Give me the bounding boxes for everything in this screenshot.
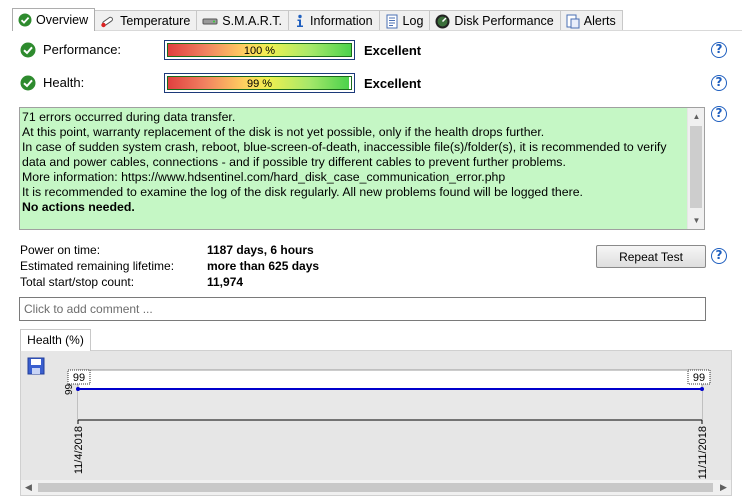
health-bar-text: 99 % [246,78,273,90]
tab-divider [12,30,742,31]
message-scrollbar[interactable]: ▲ ▼ [687,108,704,229]
tab-smart[interactable]: S.M.A.R.T. [196,10,290,31]
scroll-thumb[interactable] [690,126,702,208]
tab-label: Information [310,14,373,28]
tab-temperature[interactable]: Temperature [94,10,198,31]
start-stop-label: Total start/stop count: [20,275,135,289]
log-icon [385,14,399,29]
start-stop-value: 11,974 [207,275,244,289]
tab-bar: Overview Temperature S.M.A.R.T. Informat… [12,8,623,31]
y-tick-label: 99 [64,383,75,395]
message-text: 71 errors occurred during data transfer.… [22,110,686,215]
thermometer-icon [100,14,116,28]
scroll-up-arrow-icon[interactable]: ▲ [688,108,704,125]
performance-status: Excellent [364,43,422,58]
tab-label: Log [402,14,424,28]
tab-alerts[interactable]: Alerts [559,10,623,31]
message-body: 71 errors occurred during data transfer.… [22,110,667,199]
check-circle-icon [18,13,32,27]
tab-health-graph[interactable]: Health (%) [20,329,91,351]
power-on-label: Power on time: [20,243,101,257]
tab-log[interactable]: Log [378,10,431,31]
tab-label: Alerts [583,14,616,28]
drive-icon [202,15,218,27]
message-conclusion: No actions needed. [22,200,135,214]
message-box[interactable]: 71 errors occurred during data transfer.… [19,107,705,230]
tab-overview[interactable]: Overview [12,8,96,31]
health-chart: 99 999911/4/2018 11/11/2018 [64,369,711,479]
x-tick-label: 11/11/2018 [697,426,709,479]
info-icon [294,14,306,28]
check-circle-icon [20,75,36,91]
tab-label: Temperature [120,14,191,28]
repeat-test-button[interactable]: Repeat Test [596,245,706,268]
x-tick-label: 11/4/2018 [73,426,85,474]
tab-label: Disk Performance [454,14,554,28]
graph-scroll-thumb[interactable] [38,483,713,492]
gauge-icon [435,14,450,29]
performance-bar-text: 100 % [243,45,276,57]
plot-area-lower [78,388,702,420]
message-help-icon[interactable]: ? [711,106,727,122]
performance-row: Performance: [20,40,121,60]
data-label: 99 [693,372,705,384]
data-point [700,387,704,391]
comment-input[interactable] [19,297,706,321]
alert-doc-icon [566,14,580,29]
performance-bar: 100 % [164,40,355,60]
lifetime-value: more than 625 days [207,259,320,273]
data-label: 99 [73,372,85,384]
tab-label: S.M.A.R.T. [222,14,283,28]
health-help-icon[interactable]: ? [711,75,727,91]
check-circle-icon [20,42,36,58]
save-icon[interactable] [27,357,45,378]
scroll-down-arrow-icon[interactable]: ▼ [688,212,704,229]
scroll-right-arrow-icon[interactable]: ▶ [716,480,731,495]
health-label: Health: [43,75,85,90]
tab-label: Overview [36,13,89,27]
health-status: Excellent [364,76,422,91]
tab-information[interactable]: Information [288,10,380,31]
repeat-test-help-icon[interactable]: ? [711,248,727,264]
scroll-left-arrow-icon[interactable]: ◀ [21,480,36,495]
lifetime-label: Estimated remaining lifetime: [20,259,175,273]
performance-help-icon[interactable]: ? [711,42,727,58]
health-bar: 99 % [164,73,355,93]
data-point [76,387,80,391]
tab-disk-performance[interactable]: Disk Performance [429,10,561,31]
performance-label: Performance: [43,42,122,57]
power-on-value: 1187 days, 6 hours [207,243,314,257]
graph-horizontal-scrollbar[interactable]: ◀ ▶ [21,480,731,495]
health-row: Health: [20,73,84,93]
